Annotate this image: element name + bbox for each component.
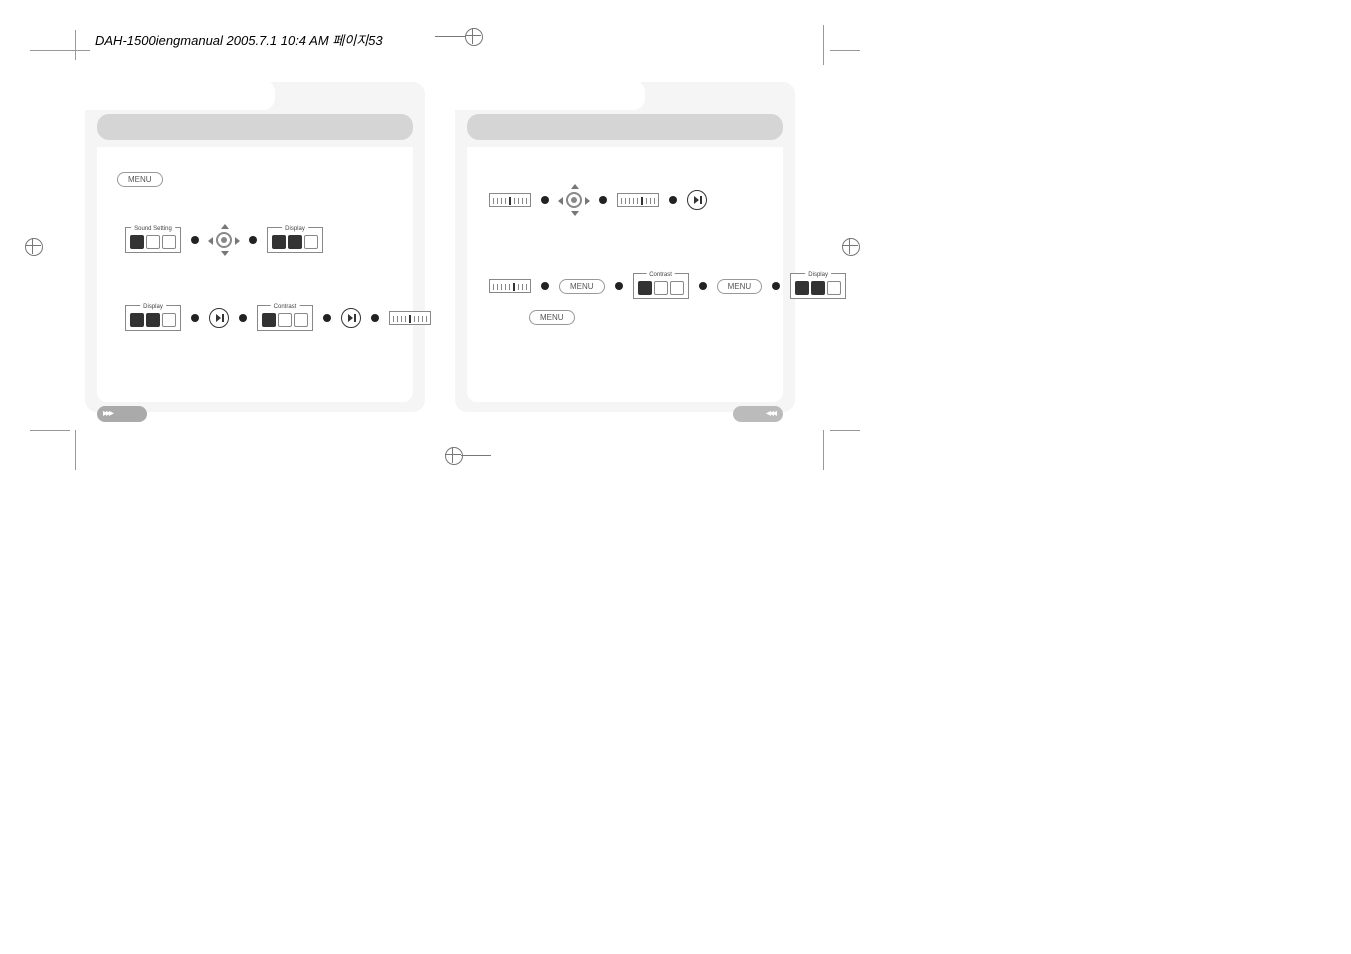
preset-icon (162, 313, 176, 327)
preset-icon (278, 313, 292, 327)
display-screen: Display (267, 227, 323, 253)
preset-icon (130, 313, 144, 327)
joystick-icon (559, 185, 589, 215)
preset-icon (827, 281, 841, 295)
arrow-icon (239, 314, 247, 322)
arrow-icon (669, 196, 677, 204)
corner-mark (830, 430, 860, 431)
preset-icon (262, 313, 276, 327)
arrow-icon (541, 282, 549, 290)
arrow-icon (541, 196, 549, 204)
corner-mark (830, 50, 860, 51)
corner-mark (30, 50, 90, 51)
arrow-icon (191, 314, 199, 322)
contrast-screen: Contrast (257, 305, 313, 331)
play-button-icon (341, 308, 361, 328)
arrow-icon (699, 282, 707, 290)
contrast-slider-adjusted (617, 193, 659, 207)
preset-icon (288, 235, 302, 249)
forward-arrows-icon: ▸▸▸ (103, 408, 112, 419)
arrow-icon (615, 282, 623, 290)
display-label: Display (140, 304, 166, 310)
document-header: DAH-1500iengmanual 2005.7.1 10:4 AM 페이지5… (95, 30, 383, 49)
sound-setting-label: Sound Setting (131, 226, 175, 232)
corner-mark (30, 430, 70, 431)
page-nav-forward: ▸▸▸ (97, 406, 147, 422)
preset-icon (130, 235, 144, 249)
display-screen: Display (790, 273, 846, 299)
menu-button[interactable]: MENU (117, 172, 163, 187)
display-label: Display (805, 272, 831, 278)
preset-icon (811, 281, 825, 295)
play-button-icon (209, 308, 229, 328)
preset-icon (795, 281, 809, 295)
contrast-screen: Contrast (633, 273, 689, 299)
corner-mark (823, 430, 824, 470)
instruction-panel-left: MENU Sound Setting Display (85, 82, 425, 412)
arrow-icon (249, 236, 257, 244)
contrast-label: Contrast (646, 272, 675, 278)
display-label: Display (282, 226, 308, 232)
menu-button[interactable]: MENU (529, 310, 575, 325)
corner-mark (75, 30, 76, 60)
contrast-slider (389, 311, 431, 325)
joystick-icon (209, 225, 239, 255)
display-screen-2: Display (125, 305, 181, 331)
preset-icon (146, 313, 160, 327)
arrow-icon (191, 236, 199, 244)
menu-button[interactable]: MENU (717, 279, 763, 294)
corner-mark (75, 430, 76, 470)
sound-setting-screen: Sound Setting (125, 227, 181, 253)
contrast-slider (489, 193, 531, 207)
preset-icon (638, 281, 652, 295)
contrast-label: Contrast (271, 304, 300, 310)
preset-icon (272, 235, 286, 249)
menu-button[interactable]: MENU (559, 279, 605, 294)
preset-icon (304, 235, 318, 249)
crop-mark-top (435, 26, 495, 46)
arrow-icon (599, 196, 607, 204)
play-button-icon (687, 190, 707, 210)
arrow-icon (772, 282, 780, 290)
contrast-slider (489, 279, 531, 293)
preset-icon (654, 281, 668, 295)
preset-icon (146, 235, 160, 249)
page-nav-back: ◂◂◂ (733, 406, 783, 422)
arrow-icon (371, 314, 379, 322)
preset-icon (294, 313, 308, 327)
preset-icon (162, 235, 176, 249)
instruction-panel-right: MENU Contrast MENU Display (455, 82, 795, 412)
corner-mark (823, 25, 824, 65)
back-arrows-icon: ◂◂◂ (766, 408, 775, 419)
preset-icon (670, 281, 684, 295)
arrow-icon (323, 314, 331, 322)
